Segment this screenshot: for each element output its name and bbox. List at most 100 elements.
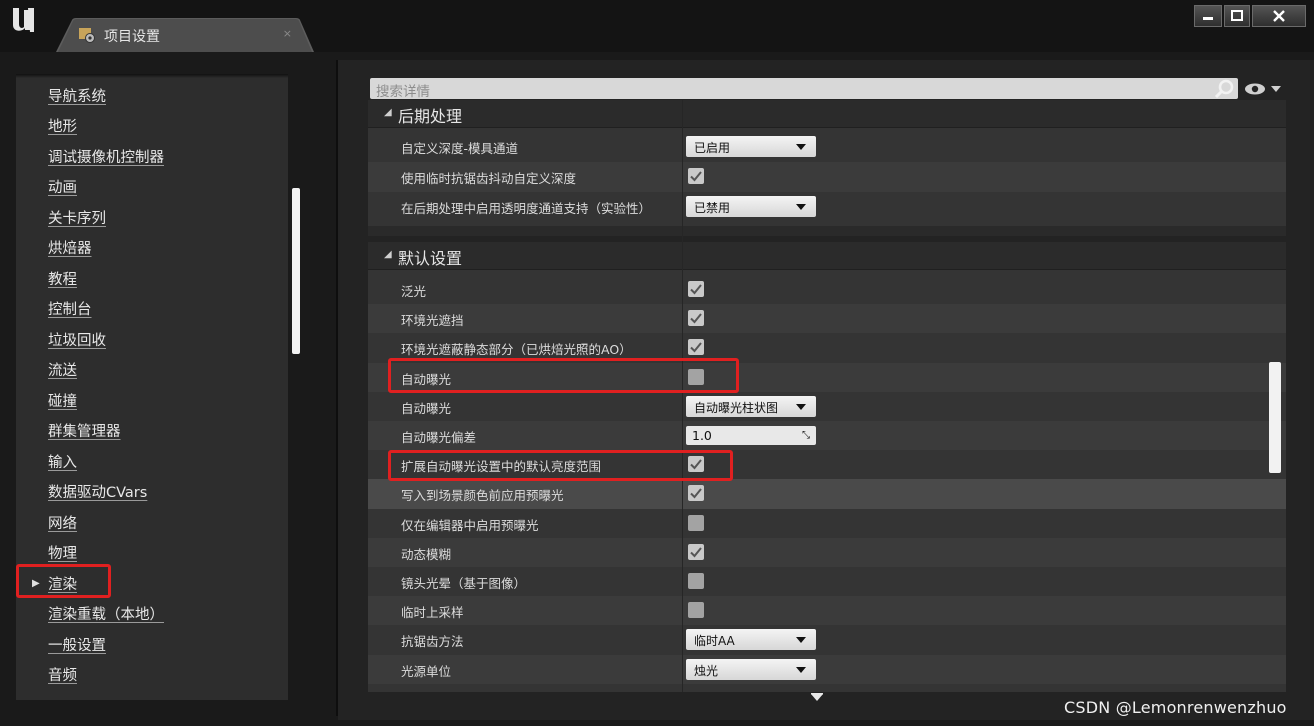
- sidebar-item-label: 控制台: [48, 302, 92, 319]
- sidebar-item[interactable]: 群集管理器: [16, 416, 288, 447]
- property-row: 临时上采样: [368, 596, 1286, 626]
- sidebar-item[interactable]: 关卡序列: [16, 202, 288, 233]
- sidebar-item-label: 网络: [48, 515, 77, 532]
- settings-gear-icon: [78, 27, 96, 43]
- tab-close-icon[interactable]: ×: [283, 27, 292, 40]
- property-row: 动态模糊: [368, 537, 1286, 567]
- highlight-box-auto-exposure: [388, 358, 739, 393]
- sidebar-item[interactable]: 导航系统: [16, 80, 288, 111]
- number-input[interactable]: 1.0 ⤡: [686, 426, 816, 445]
- property-label: 光源单位: [401, 663, 452, 679]
- dropdown-value: 临时AA: [694, 634, 735, 649]
- property-label: 环境光遮挡: [401, 313, 464, 329]
- sidebar-item[interactable]: 地形: [16, 111, 288, 142]
- sidebar-item[interactable]: 输入: [16, 446, 288, 477]
- section-gap: [368, 226, 1286, 236]
- sidebar-item-label: 输入: [48, 454, 77, 471]
- chevron-down-icon: [796, 204, 806, 210]
- chevron-down-icon: [796, 144, 806, 150]
- sidebar-item[interactable]: 网络: [16, 507, 288, 538]
- property-row: 自动曝光 自动曝光柱状图: [368, 392, 1286, 421]
- sidebar-item[interactable]: 动画: [16, 172, 288, 203]
- details-view: 光源单位 烛光 抗锯齿方法 临时AA 临时上采样 镜头光晕（基于图像） 动态模糊 仅在编辑器中…: [368, 100, 1286, 692]
- sidebar-item[interactable]: 控制台: [16, 294, 288, 325]
- minimize-button[interactable]: [1194, 5, 1222, 27]
- dropdown-select[interactable]: 已禁用: [686, 196, 816, 217]
- property-label: 自动曝光: [401, 400, 452, 416]
- sidebar-item-label: 动画: [48, 180, 77, 197]
- sidebar-item[interactable]: 碰撞: [16, 385, 288, 416]
- sidebar-item-label: 流送: [48, 363, 77, 380]
- sidebar-item[interactable]: 数据驱动CVars: [16, 477, 288, 508]
- scroll-down-icon[interactable]: [811, 690, 823, 701]
- property-label: 泛光: [401, 284, 427, 299]
- list-top-shadow: [16, 74, 288, 78]
- column-separator[interactable]: [682, 100, 683, 692]
- section-title: 默认设置: [398, 249, 463, 268]
- property-label: 仅在编辑器中启用预曝光: [401, 517, 539, 533]
- watermark: CSDN @Lemonrenwenzhuo: [1064, 698, 1287, 717]
- resize-grip-icon[interactable]: ⤡: [802, 430, 810, 441]
- checkbox-checked[interactable]: [688, 339, 704, 356]
- search-placeholder: 搜索详情: [376, 84, 430, 100]
- dropdown-value: 烛光: [694, 663, 719, 678]
- checkbox-unchecked[interactable]: [688, 514, 704, 531]
- search-icon[interactable]: [1214, 79, 1236, 99]
- project-settings-tab[interactable]: 项目设置 ×: [56, 18, 314, 52]
- sidebar-item-label: 一般设置: [48, 637, 106, 654]
- dropdown-select[interactable]: 烛光: [686, 658, 816, 680]
- checkbox-checked[interactable]: [688, 310, 704, 327]
- sidebar-item[interactable]: 流送: [16, 355, 288, 386]
- sidebar-item-label: 群集管理器: [48, 424, 121, 441]
- sidebar-item[interactable]: 教程: [16, 263, 288, 294]
- dropdown-select[interactable]: 临时AA: [686, 629, 816, 651]
- title-bar: 项目设置 ×: [0, 0, 1314, 52]
- sidebar-item[interactable]: 音频: [16, 660, 288, 691]
- sidebar-item-label: 地形: [48, 119, 77, 136]
- sidebar-item[interactable]: 渲染重载（本地）: [16, 599, 288, 630]
- checkbox-unchecked[interactable]: [688, 602, 704, 619]
- section-header-postprocess[interactable]: ◢ 后期处理: [368, 100, 1286, 128]
- sidebar-item-label: 关卡序列: [48, 210, 106, 227]
- property-label: 自动曝光偏差: [401, 430, 477, 445]
- tab-title: 项目设置: [104, 29, 160, 45]
- settings-category-list: 导航系统地形调试摄像机控制器动画关卡序列烘焙器教程控制台垃圾回收流送碰撞群集管理…: [16, 74, 288, 700]
- section-header-defaults[interactable]: ◢ 默认设置: [368, 242, 1286, 270]
- sidebar-item-label: 烘焙器: [48, 241, 92, 258]
- property-row: 仅在编辑器中启用预曝光: [368, 509, 1286, 538]
- chevron-down-icon: [796, 637, 806, 644]
- section-title: 后期处理: [398, 107, 463, 126]
- property-row: 环境光遮挡: [368, 304, 1286, 334]
- checkbox-checked[interactable]: [688, 281, 704, 297]
- sidebar-item[interactable]: 烘焙器: [16, 233, 288, 264]
- property-row: 自动曝光偏差 1.0 ⤡: [368, 421, 1286, 451]
- chevron-down-icon: [796, 403, 806, 410]
- sidebar-item[interactable]: 一般设置: [16, 629, 288, 660]
- checkbox-checked[interactable]: [688, 543, 704, 560]
- sidebar-scrollbar[interactable]: [292, 188, 300, 354]
- search-input[interactable]: 搜索详情: [370, 78, 1238, 100]
- maximize-button[interactable]: [1224, 5, 1250, 27]
- details-scrollbar[interactable]: [1269, 362, 1281, 473]
- sidebar-item-label: 教程: [48, 271, 77, 288]
- number-value: 1.0: [692, 428, 712, 443]
- dropdown-value: 已禁用: [694, 201, 731, 215]
- dropdown-value: 已启用: [694, 141, 731, 155]
- sidebar-item-label: 数据驱动CVars: [48, 485, 148, 502]
- checkbox-checked[interactable]: [688, 485, 704, 502]
- sidebar-item[interactable]: 垃圾回收: [16, 324, 288, 355]
- property-row: 使用临时抗锯齿抖动自定义深度: [368, 162, 1286, 192]
- highlight-box-extend-luminance: [388, 450, 733, 481]
- property-label: 环境光遮蔽静态部分（已烘焙光照的AO）: [401, 342, 632, 358]
- sidebar-item[interactable]: 调试摄像机控制器: [16, 141, 288, 172]
- dropdown-value: 自动曝光柱状图: [694, 400, 779, 415]
- property-label: 镜头光晕（基于图像）: [401, 576, 527, 591]
- checkbox-checked[interactable]: [688, 168, 704, 184]
- checkbox-unchecked[interactable]: [688, 573, 704, 589]
- dropdown-select[interactable]: 已启用: [686, 136, 816, 157]
- property-row: 镜头光晕（基于图像）: [368, 567, 1286, 596]
- dropdown-select[interactable]: 自动曝光柱状图: [686, 395, 816, 417]
- property-label: 临时上采样: [401, 605, 464, 621]
- close-button[interactable]: [1252, 5, 1306, 27]
- view-options-eye-icon[interactable]: [1244, 82, 1282, 96]
